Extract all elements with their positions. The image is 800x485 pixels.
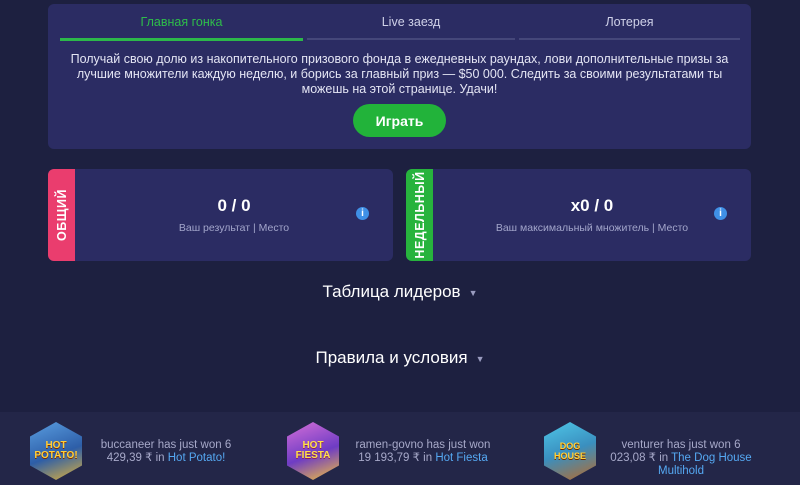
card-side-label: ОБЩИЙ [48, 169, 75, 261]
chevron-down-icon: ▼ [468, 287, 478, 298]
promo-panel: Главная гонка Live заезд Лотерея Получай… [48, 4, 751, 149]
has-just-won-text: has just won [666, 439, 731, 451]
overall-result-card: ОБЩИЙ 0 / 0 Ваш результат | Место i [48, 169, 393, 261]
has-just-won-text: has just won [426, 439, 491, 451]
recent-winners-bar: HOT POTATO! buccaneer has just won 6 429… [0, 412, 800, 485]
leaderboard-toggle[interactable]: Таблица лидеров ▼ [0, 282, 800, 302]
in-text: in [659, 452, 669, 464]
rules-title: Правила и условия [315, 348, 468, 367]
result-caption: Ваш результат | Место [178, 222, 290, 234]
promo-tabs: Главная гонка Live заезд Лотерея [60, 4, 740, 41]
tab-label: Лотерея [605, 15, 654, 29]
tab-underline [519, 38, 740, 40]
winner-text: ramen-govno has just won 19 193,79 ₹ in … [349, 439, 497, 465]
tab-live-race[interactable]: Live заезд [307, 4, 515, 40]
leaderboard-title: Таблица лидеров [322, 282, 461, 301]
winner-game-link[interactable]: Hot Potato! [168, 452, 226, 464]
winner-amount: 19 193,79 ₹ [358, 452, 420, 464]
tab-label: Главная гонка [140, 15, 223, 29]
winner-username: ramen-govno [355, 439, 424, 451]
promo-description: Получай свою долю из накопительного приз… [70, 52, 729, 96]
play-button[interactable]: Играть [353, 104, 446, 137]
dog-house-game-icon[interactable]: DOG HOUSE [544, 422, 596, 480]
game-thumb-text: DOG HOUSE [553, 441, 586, 461]
winner-item: HOT POTATO! buccaneer has just won 6 429… [30, 422, 280, 482]
winner-game-link[interactable]: Hot Fiesta [435, 452, 487, 464]
winner-text: venturer has just won 6 023,08 ₹ in The … [606, 439, 756, 478]
chevron-down-icon: ▼ [475, 353, 485, 364]
has-just-won-text: has just won [157, 439, 222, 451]
result-value: 0 / 0 [217, 196, 251, 215]
game-thumb-text: HOT POTATO! [34, 440, 78, 461]
game-thumb-text: HOT FIESTA [295, 440, 331, 461]
tab-underline [307, 38, 515, 40]
card-side-label: НЕДЕЛЬНЫЙ [406, 169, 433, 261]
info-icon[interactable]: i [714, 207, 727, 220]
multiplier-value: x0 / 0 [570, 196, 614, 215]
tab-main-race[interactable]: Главная гонка [60, 4, 303, 41]
multiplier-caption: Ваш максимальный множитель | Место [495, 222, 689, 234]
tab-underline [60, 38, 303, 41]
tab-lottery[interactable]: Лотерея [519, 4, 740, 40]
winner-username: buccaneer [100, 439, 155, 451]
card-side-text: ОБЩИЙ [54, 189, 69, 241]
winner-item: HOT FIESTA ramen-govno has just won 19 1… [287, 422, 537, 482]
in-text: in [155, 452, 165, 464]
weekly-result-card: НЕДЕЛЬНЫЙ x0 / 0 Ваш максимальный множит… [406, 169, 751, 261]
tab-label: Live заезд [381, 15, 441, 29]
winner-username: venturer [621, 439, 664, 451]
rules-toggle[interactable]: Правила и условия ▼ [0, 348, 800, 368]
card-side-text: НЕДЕЛЬНЫЙ [412, 171, 427, 259]
hot-fiesta-game-icon[interactable]: HOT FIESTA [287, 422, 339, 480]
in-text: in [423, 452, 433, 464]
hot-potato-game-icon[interactable]: HOT POTATO! [30, 422, 82, 480]
info-icon[interactable]: i [356, 207, 369, 220]
winner-game-link[interactable]: The Dog House Multihold [658, 452, 752, 477]
winner-item: DOG HOUSE venturer has just won 6 023,08… [544, 422, 794, 482]
winner-text: buccaneer has just won 6 429,39 ₹ in Hot… [92, 439, 240, 465]
